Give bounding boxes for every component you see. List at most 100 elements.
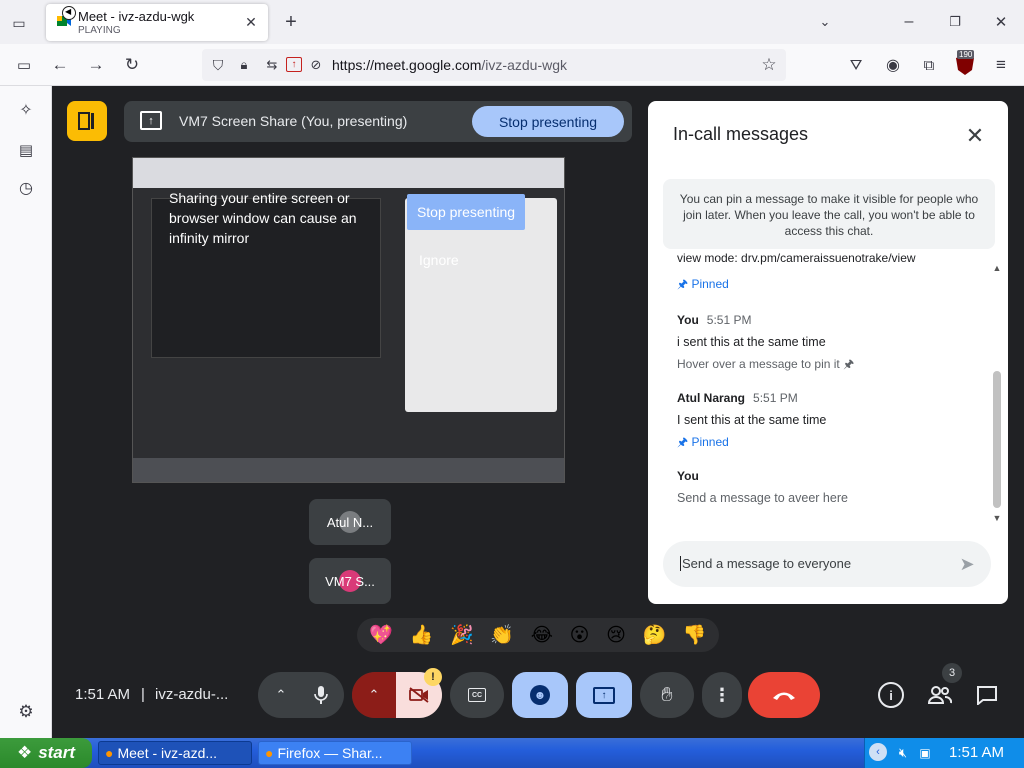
- presenting-banner: ↑ VM7 Screen Share (You, presenting) Sto…: [124, 101, 632, 142]
- tab-overflow-chevron-icon[interactable]: ⌄: [814, 11, 836, 33]
- pin-hint: Hover over a message to pin it 🖈︎: [677, 357, 855, 371]
- pocket-icon[interactable]: ⛛: [845, 54, 867, 76]
- browser-tab-bar: ▭ ◀ Meet - ivz-azdu-wgk PLAYING ✕ + ⌄ – …: [0, 0, 1024, 44]
- scroll-thumb[interactable]: [993, 371, 1001, 508]
- reaction-emoji[interactable]: 👎: [683, 623, 707, 647]
- mirror-taskbar: [133, 458, 564, 482]
- send-icon[interactable]: ➤: [955, 552, 979, 576]
- sidebar-toggle-icon[interactable]: ▭: [12, 54, 36, 76]
- audio-options-chevron-icon[interactable]: ⌃: [261, 672, 301, 718]
- scroll-down-icon[interactable]: ▼: [990, 511, 1004, 525]
- captions-icon: CC: [468, 688, 486, 702]
- menu-hamburger-icon[interactable]: ≡: [990, 54, 1012, 76]
- people-button[interactable]: [926, 682, 954, 708]
- participant-tile[interactable]: VM7 S...: [309, 558, 391, 604]
- minimize-icon[interactable]: –: [898, 11, 920, 33]
- ublock-extension-icon[interactable]: 190: [954, 50, 976, 77]
- new-tab-icon[interactable]: +: [280, 11, 302, 33]
- reaction-emoji[interactable]: 😢: [606, 624, 626, 647]
- chat-close-icon[interactable]: ✕: [962, 123, 988, 149]
- reaction-emoji[interactable]: 👍: [410, 623, 434, 647]
- tracking-shield-icon[interactable]: ⛉: [208, 55, 228, 75]
- forward-icon[interactable]: →: [84, 54, 108, 76]
- pin-icon[interactable]: 🖈︎: [843, 357, 854, 371]
- screen-share-indicator-icon[interactable]: ↑: [286, 57, 302, 72]
- url-text[interactable]: https://meet.google.com/ivz-azdu-wgk: [332, 57, 567, 73]
- synced-tabs-icon[interactable]: ▤: [14, 138, 38, 162]
- chat-message[interactable]: Atul Narang 5:51 PM I sent this at the sa…: [677, 391, 826, 454]
- tray-expand-icon[interactable]: ‹: [869, 743, 887, 761]
- leave-call-button[interactable]: [748, 672, 820, 718]
- stop-presenting-button[interactable]: Stop presenting: [472, 106, 624, 137]
- back-icon[interactable]: ←: [48, 54, 72, 76]
- video-options-chevron-icon[interactable]: ⌃: [352, 672, 396, 718]
- chat-messages-list[interactable]: view mode: drv.pm/cameraissuenotrake/vie…: [648, 253, 990, 523]
- audio-playing-icon[interactable]: ◀: [62, 6, 76, 20]
- tab-list-icon[interactable]: ▭: [8, 12, 30, 34]
- meeting-details-icon[interactable]: i: [878, 682, 904, 708]
- taskbar-item-firefox[interactable]: ● Firefox — Shar...: [258, 741, 412, 765]
- mirror-chat-panel: [405, 198, 557, 412]
- url-bar[interactable]: ⛉ 🔒︎ ⇆ ↑ ⊘ https://meet.google.com/ivz-a…: [202, 49, 786, 81]
- chat-input-placeholder: Send a message to everyone: [680, 556, 852, 571]
- browser-tab-meet[interactable]: ◀ Meet - ivz-azdu-wgk PLAYING ✕: [46, 4, 268, 41]
- history-icon[interactable]: ◷: [14, 176, 38, 200]
- chat-button[interactable]: [974, 682, 1000, 708]
- extensions-icon[interactable]: ⧉: [918, 54, 940, 76]
- warning-ignore-button[interactable]: Ignore: [419, 252, 459, 268]
- pin-icon: 🖈︎: [677, 435, 692, 449]
- window-close-icon[interactable]: ✕: [990, 11, 1012, 33]
- autoplay-blocked-icon[interactable]: ⊘: [306, 55, 326, 75]
- hand-icon: ✋︎: [661, 683, 673, 706]
- chat-message[interactable]: You Send a message to aveer here: [677, 469, 848, 505]
- restore-icon[interactable]: ❐: [944, 11, 966, 33]
- volume-muted-icon[interactable]: 🔇︎: [895, 744, 911, 762]
- windows-taskbar: ❖ start ● Meet - ivz-azd... ● Firefox — Sha…: [0, 738, 1024, 768]
- more-vert-icon: ⋮: [713, 684, 731, 705]
- ublock-badge: 190: [957, 50, 975, 59]
- infinity-mirror-warning: Sharing your entire screen or browser wi…: [169, 190, 357, 246]
- reaction-emoji[interactable]: 🎉: [450, 623, 474, 647]
- firefox-icon: ●: [265, 745, 274, 761]
- more-options-button[interactable]: ⋮: [702, 672, 742, 718]
- lock-icon[interactable]: 🔒︎: [234, 55, 254, 75]
- meet-stage: ↑ VM7 Screen Share (You, presenting) Sto…: [52, 86, 1024, 738]
- camera-warning-icon[interactable]: !: [424, 668, 442, 686]
- reaction-emoji[interactable]: 😂: [531, 624, 553, 647]
- scroll-up-icon[interactable]: ▲: [990, 261, 1004, 275]
- permissions-icon[interactable]: ⇆: [262, 55, 282, 75]
- chat-scrollbar[interactable]: ▲ ▼: [990, 261, 1004, 525]
- reactions-button[interactable]: ☻: [512, 672, 568, 718]
- chat-message[interactable]: You 5:51 PM i sent this at the same time …: [677, 313, 854, 376]
- people-icon: [928, 686, 952, 704]
- captions-button[interactable]: CC: [450, 672, 504, 718]
- start-button[interactable]: ❖ start: [0, 738, 92, 768]
- tab-close-icon[interactable]: ✕: [242, 13, 260, 31]
- participant-name: Atul N...: [326, 514, 374, 530]
- meet-activities-icon[interactable]: [67, 101, 107, 141]
- account-icon[interactable]: ◉: [882, 54, 904, 76]
- sidebar-settings-icon[interactable]: ⚙: [14, 700, 38, 724]
- pinned-label: 🖈︎ Pinned: [677, 277, 729, 291]
- reload-icon[interactable]: ↻: [120, 54, 144, 76]
- present-button[interactable]: ↑: [576, 672, 632, 718]
- reaction-emoji[interactable]: 💖: [369, 623, 393, 647]
- meeting-time: 1:51 AM: [75, 686, 131, 703]
- bookmark-star-icon[interactable]: ☆: [758, 55, 780, 75]
- network-icon[interactable]: ▣: [917, 744, 933, 762]
- warning-stop-presenting-button[interactable]: Stop presenting: [407, 194, 525, 230]
- emoji-icon: ☻: [530, 685, 550, 705]
- chat-input-field[interactable]: Send a message to everyone ➤: [663, 541, 991, 587]
- in-call-messages-panel: In-call messages ✕ You can pin a message…: [648, 101, 1008, 604]
- microphone-button[interactable]: [301, 672, 341, 718]
- clock[interactable]: 1:51 AM: [949, 744, 1004, 761]
- raise-hand-button[interactable]: ✋︎: [640, 672, 694, 718]
- participant-tile[interactable]: Atul N...: [309, 499, 391, 545]
- reaction-emoji[interactable]: 👏: [490, 623, 514, 647]
- browser-nav-bar: ▭ ← → ↻ ⛉ 🔒︎ ⇆ ↑ ⊘ https://meet.google.c…: [0, 44, 1024, 86]
- ai-chatbot-icon[interactable]: ✧: [14, 98, 38, 122]
- reaction-emoji[interactable]: 😮: [570, 624, 590, 647]
- reaction-emoji[interactable]: 🤔: [643, 623, 667, 647]
- taskbar-item-meet[interactable]: ● Meet - ivz-azd...: [98, 741, 252, 765]
- truncated-message: view mode: drv.pm/cameraissuenotrake/vie…: [677, 253, 916, 265]
